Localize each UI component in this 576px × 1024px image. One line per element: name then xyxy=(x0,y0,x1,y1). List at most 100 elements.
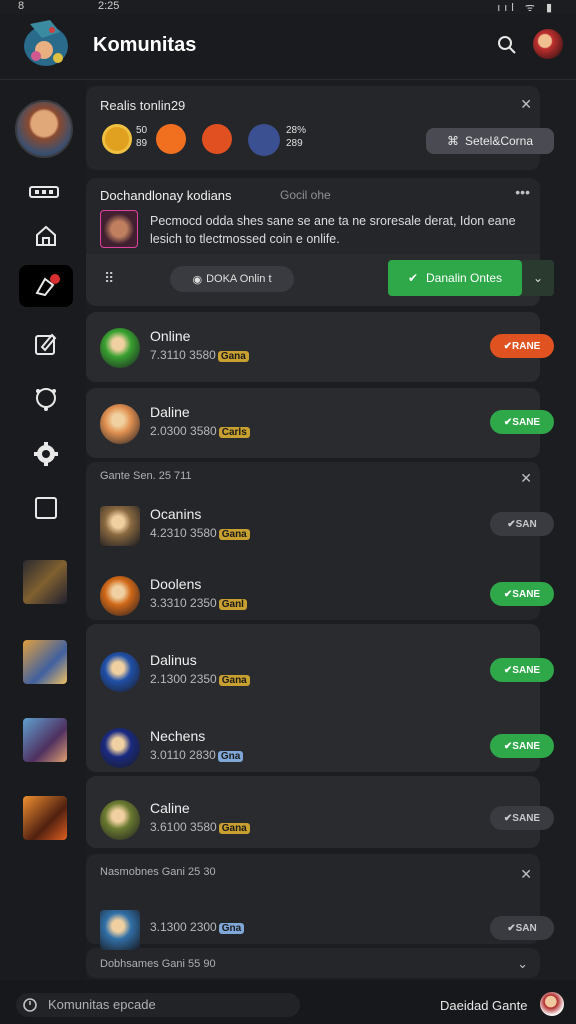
reward-coin-icon xyxy=(102,124,132,154)
shield-badge-icon xyxy=(202,124,232,154)
game-action-button[interactable]: ✔ SANE xyxy=(490,410,554,434)
game-stats-text: 3.0110 2830 xyxy=(150,748,216,762)
game-action-label: RANE xyxy=(512,340,541,352)
more-icon[interactable]: ••• xyxy=(515,184,530,200)
chevron-down-icon[interactable]: ⌄ xyxy=(517,956,528,972)
app-header: Komunitas xyxy=(0,14,576,80)
game-action-button[interactable]: ✔ SANE xyxy=(490,582,554,606)
sidebar-avatar[interactable] xyxy=(15,100,73,158)
game-stats-text: 3.6100 3580 xyxy=(150,820,217,834)
community-icon[interactable] xyxy=(19,265,73,307)
bottom-bar: Komunitas epcade Daeidad Gante xyxy=(0,980,576,1024)
game-action-button[interactable]: ✔ SAN xyxy=(490,916,554,940)
close-icon[interactable]: ✕ xyxy=(520,866,532,883)
game-tag: Gana xyxy=(218,675,250,686)
game-name: Doolens xyxy=(150,576,202,592)
check-icon: ✔ xyxy=(507,518,516,530)
pet-icon xyxy=(156,124,186,154)
banner-card: Realis tonlin29 ✕ 50 89 28% 289 ⌘ Setel&C… xyxy=(86,86,554,170)
message-body: Pecmocd odda shes sane se ane ta ne sror… xyxy=(150,214,516,246)
search-icon[interactable] xyxy=(496,34,518,56)
game-card-2 xyxy=(86,388,540,458)
sidebar-game-3[interactable] xyxy=(23,718,67,762)
game-action-button[interactable]: ✔ SANE xyxy=(490,658,554,682)
game-name: Ocanins xyxy=(150,506,202,522)
game-avatar-icon[interactable] xyxy=(100,328,140,368)
check-icon: ✔ xyxy=(503,664,513,676)
status-time: 2:25 xyxy=(98,0,120,12)
game-stats: 2.0300 3580 Carls xyxy=(150,424,250,438)
game-card-1 xyxy=(86,312,540,382)
page-title: Komunitas xyxy=(93,34,197,56)
game-stats-text: 3.3310 2350 xyxy=(150,596,217,610)
section-title-a: Gante Sen. 25 711 xyxy=(100,470,192,482)
message-card: Dochandlonay kodians Gocil ohe ••• Pecmo… xyxy=(86,178,554,306)
sidebar-game-2[interactable] xyxy=(23,640,67,684)
game-tag: Gana xyxy=(218,529,250,540)
game-tag: Ganl xyxy=(218,599,247,610)
game-section-d: Dobhsames Gani 55 90 ⌄ xyxy=(86,948,540,978)
profile-avatar[interactable] xyxy=(533,29,563,59)
banner-title: Realis tonlin29 xyxy=(100,98,186,113)
check-icon: ✔ xyxy=(503,340,513,352)
game-action-button[interactable]: ✔ SANE xyxy=(490,734,554,758)
message-secondary: Gocil ohe xyxy=(280,188,331,202)
primary-action-button[interactable]: ✔ Danalin Ontes xyxy=(388,260,522,296)
game-stats-text: 3.1300 2300 xyxy=(150,920,217,934)
game-action-label: SANE xyxy=(512,588,541,600)
reward-label-1: 50 89 xyxy=(136,125,148,149)
game-avatar-icon[interactable] xyxy=(100,910,140,950)
game-avatar-icon[interactable] xyxy=(100,404,140,444)
game-avatar-icon[interactable] xyxy=(100,728,140,768)
check-icon: ✔ xyxy=(503,740,513,752)
gear-icon[interactable] xyxy=(30,438,62,470)
reward-label-2: 28% 289 xyxy=(286,125,307,149)
close-icon[interactable]: ✕ xyxy=(520,96,532,113)
status-bar: 8 2:25 ııl ᯤ ▮ xyxy=(0,0,576,14)
contact-icon: ⌘ xyxy=(446,134,459,148)
game-action-label: SANE xyxy=(512,664,541,676)
banner-action-button[interactable]: ⌘ Setel&Corna xyxy=(426,128,554,154)
grid-icon[interactable]: ⠿ xyxy=(104,270,114,287)
game-tag: Carls xyxy=(218,427,250,438)
sidebar xyxy=(0,80,86,980)
clock-icon xyxy=(23,998,37,1012)
online-chip[interactable]: ◉ DOKA Onlin t xyxy=(170,266,294,292)
home-icon[interactable] xyxy=(30,220,62,252)
square-icon[interactable] xyxy=(30,492,62,524)
chat-icon[interactable] xyxy=(30,382,62,414)
sidebar-game-1[interactable] xyxy=(23,560,67,604)
check-icon: ✔ xyxy=(503,812,513,824)
bottom-avatar[interactable] xyxy=(540,992,564,1016)
app-logo-icon xyxy=(16,16,76,74)
game-avatar-icon[interactable] xyxy=(100,652,140,692)
input-placeholder: Komunitas epcade xyxy=(48,997,156,1012)
game-stats-text: 2.0300 3580 xyxy=(150,424,217,438)
game-avatar-icon[interactable] xyxy=(100,506,140,546)
bottom-label[interactable]: Daeidad Gante xyxy=(440,998,527,1013)
sidebar-game-4[interactable] xyxy=(23,796,67,840)
game-tag: Gana xyxy=(217,351,249,362)
game-stats: 3.3310 2350 Ganl xyxy=(150,596,247,610)
edit-icon[interactable] xyxy=(30,328,62,360)
game-action-label: SANE xyxy=(512,812,541,824)
player-icon xyxy=(248,124,280,156)
game-action-button[interactable]: ✔ SANE xyxy=(490,806,554,830)
game-avatar-icon[interactable] xyxy=(100,576,140,616)
status-icons: ııl ᯤ ▮ xyxy=(497,2,556,14)
game-name: Caline xyxy=(150,800,190,816)
community-search-input[interactable]: Komunitas epcade xyxy=(16,993,300,1017)
game-name: Online xyxy=(150,328,191,344)
game-action-label: SAN xyxy=(515,518,537,530)
section-title-b: Nasmobnes Gani 25 30 xyxy=(100,866,216,878)
game-stats-text: 7.3110 3580 xyxy=(150,348,216,362)
chevron-down-icon[interactable]: ⌄ xyxy=(522,260,554,296)
game-avatar-icon[interactable] xyxy=(100,800,140,840)
game-action-label: SAN xyxy=(515,922,537,934)
check-icon: ✔ xyxy=(407,271,418,285)
game-action-button[interactable]: ✔ RANE xyxy=(490,334,554,358)
game-stats: 3.1300 2300 Gna xyxy=(150,920,245,934)
game-action-button[interactable]: ✔ SAN xyxy=(490,512,554,536)
gamepad-icon[interactable] xyxy=(28,176,60,208)
close-icon[interactable]: ✕ xyxy=(520,470,532,487)
